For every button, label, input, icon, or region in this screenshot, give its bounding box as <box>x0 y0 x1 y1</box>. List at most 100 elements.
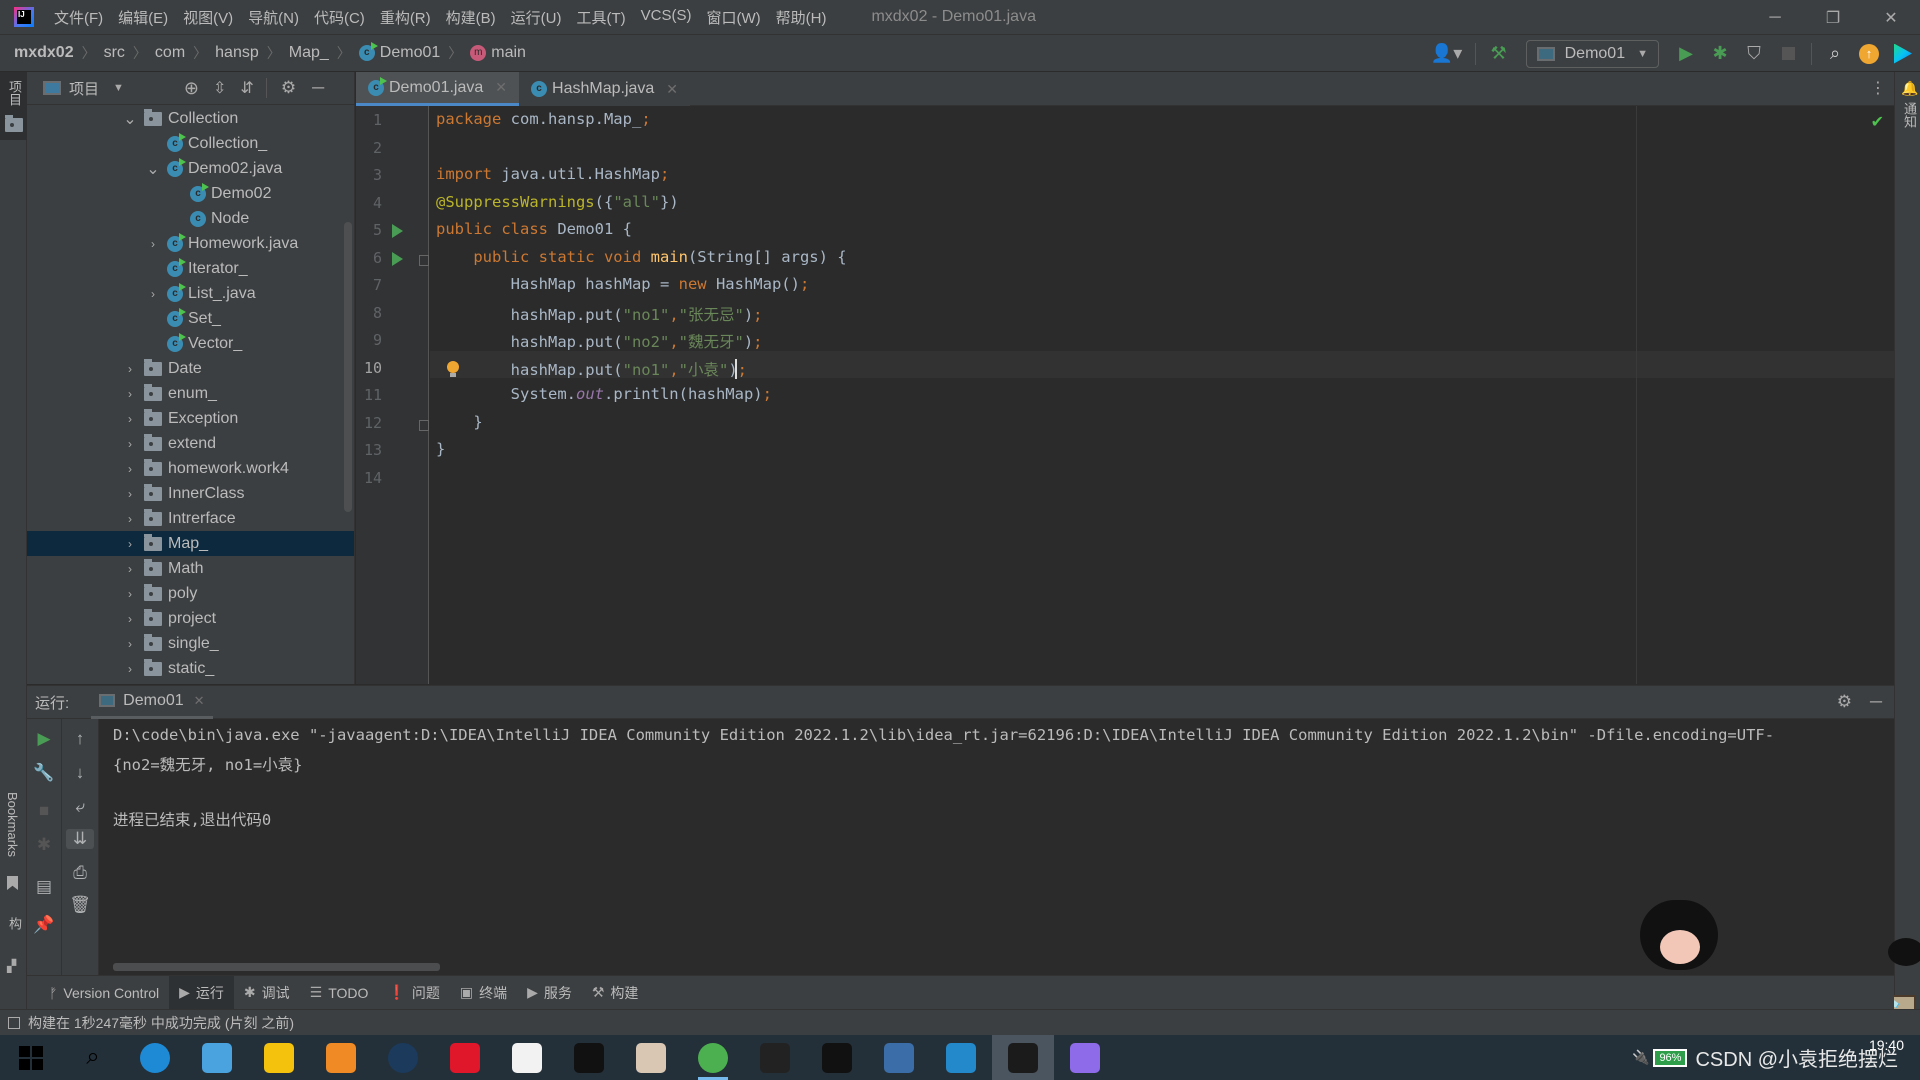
tree-item[interactable]: › c List_.java <box>27 281 354 306</box>
tree-item[interactable]: › single_ <box>27 631 354 656</box>
search-icon[interactable]: ⌕ <box>1820 39 1850 69</box>
clock-time[interactable]: 19:40 <box>1869 1037 1904 1053</box>
tree-item[interactable]: c Collection_ <box>27 131 354 156</box>
chevron-right-icon[interactable]: › <box>122 637 138 651</box>
code-line[interactable]: public static void main(String[] args) { <box>436 248 846 266</box>
project-tool-button[interactable]: 项目 <box>0 72 27 140</box>
breadcrumb-hansp[interactable]: hansp <box>215 44 259 62</box>
chevron-right-icon[interactable]: › <box>122 462 138 476</box>
close-tab-icon[interactable]: ✕ <box>495 79 507 96</box>
hide-panel-icon[interactable]: ─ <box>312 78 324 98</box>
tool-tab[interactable]: ▶ 服务 <box>517 976 582 1010</box>
chevron-right-icon[interactable]: › <box>122 362 138 376</box>
taskbar-app-g[interactable] <box>744 1035 806 1080</box>
chevron-down-icon[interactable]: ▼ <box>113 82 124 94</box>
chevron-down-icon[interactable]: ⌄ <box>122 109 138 129</box>
menu-item[interactable]: VCS(S) <box>641 7 692 28</box>
tree-item[interactable]: › InnerClass <box>27 481 354 506</box>
tool-tab[interactable]: ᚠ Version Control <box>39 976 169 1010</box>
chevron-right-icon[interactable]: › <box>145 237 161 251</box>
tree-item[interactable]: › Exception <box>27 406 354 431</box>
update-icon[interactable]: ↑ <box>1854 39 1884 69</box>
tree-item[interactable]: c Demo02 <box>27 181 354 206</box>
chevron-down-icon[interactable]: ⌄ <box>145 159 161 179</box>
account-icon[interactable]: 👤▾ <box>1427 39 1467 69</box>
tree-item[interactable]: › poly <box>27 581 354 606</box>
menu-item[interactable]: 工具(T) <box>576 7 625 28</box>
wrench-icon[interactable]: 🔧 <box>27 763 61 783</box>
scroll-to-end-icon[interactable]: ⇊ <box>66 829 94 849</box>
build-hammer-icon[interactable]: ⚒ <box>1484 39 1514 69</box>
code-line[interactable]: } <box>436 413 482 431</box>
menu-item[interactable]: 编辑(E) <box>118 7 168 28</box>
taskbar-netease-music[interactable] <box>434 1035 496 1080</box>
project-view-select[interactable]: 项目 <box>69 78 99 99</box>
taskbar-steam[interactable] <box>372 1035 434 1080</box>
breadcrumb-project[interactable]: mxdx02 <box>14 44 74 62</box>
menu-item[interactable]: 重构(R) <box>380 7 431 28</box>
no-problems-check-icon[interactable]: ✔ <box>1871 112 1884 132</box>
chevron-right-icon[interactable]: › <box>145 287 161 301</box>
run-config-select[interactable]: Demo01 ▼ <box>1525 39 1659 68</box>
chevron-right-icon[interactable]: › <box>122 537 138 551</box>
breadcrumb-com[interactable]: com <box>155 44 185 62</box>
menu-item[interactable]: 窗口(W) <box>706 7 760 28</box>
breadcrumb-map[interactable]: Map_ <box>289 44 329 62</box>
arrow-down-icon[interactable]: ↓ <box>62 763 98 783</box>
breadcrumb-class[interactable]: c Demo01 <box>358 42 440 62</box>
taskbar-anime-game[interactable] <box>620 1035 682 1080</box>
expand-all-icon[interactable]: ⇳ <box>213 78 226 98</box>
taskbar-chrome[interactable] <box>682 1035 744 1080</box>
debug-rerun-icon[interactable]: ✱ <box>27 835 61 855</box>
tree-item[interactable]: c Node <box>27 206 354 231</box>
chevron-right-icon[interactable]: › <box>122 387 138 401</box>
fold-marker-icon[interactable] <box>419 254 429 266</box>
code-line[interactable]: System.out.println(hashMap); <box>436 385 772 403</box>
tree-item[interactable]: › extend <box>27 431 354 456</box>
taskbar-start[interactable] <box>0 1035 62 1080</box>
coverage-icon[interactable]: ⛉ <box>1739 39 1769 69</box>
toolbox-icon[interactable] <box>1888 39 1918 69</box>
tree-item[interactable]: › c Homework.java <box>27 231 354 256</box>
chevron-right-icon[interactable]: › <box>122 412 138 426</box>
code-line[interactable]: HashMap hashMap = new HashMap(); <box>436 275 810 293</box>
restore-button[interactable]: ❐ <box>1804 0 1862 35</box>
code-line[interactable]: hashMap.put("no1","小袁"); <box>436 358 747 380</box>
tree-item[interactable]: c Vector_ <box>27 331 354 356</box>
collapse-all-icon[interactable]: ⇵ <box>240 78 253 98</box>
tree-item[interactable]: › Intrerface <box>27 506 354 531</box>
tool-tab[interactable]: ⚒ 构建 <box>582 976 649 1010</box>
project-scrollbar[interactable] <box>344 222 352 512</box>
code-line[interactable]: public class Demo01 { <box>436 220 632 238</box>
stop-icon[interactable]: ■ <box>27 801 61 821</box>
pin-icon[interactable]: 📌 <box>27 915 61 935</box>
tree-item[interactable]: c Set_ <box>27 306 354 331</box>
code-line[interactable]: hashMap.put("no2","魏无牙"); <box>436 330 763 352</box>
menu-item[interactable]: 构建(B) <box>446 7 496 28</box>
tab-hashmap-java[interactable]: c HashMap.java ✕ <box>519 72 691 106</box>
taskbar-app-hex[interactable] <box>1054 1035 1116 1080</box>
chevron-right-icon[interactable]: › <box>122 437 138 451</box>
tool-tab[interactable]: ▶ 运行 <box>169 975 234 1010</box>
chevron-right-icon[interactable]: › <box>122 562 138 576</box>
run-tab-demo01[interactable]: Demo01 ✕ <box>91 685 213 719</box>
close-tab-icon[interactable]: ✕ <box>666 81 678 98</box>
tool-tab[interactable]: ❗ 问题 <box>378 976 449 1010</box>
menu-item[interactable]: 代码(C) <box>314 7 365 28</box>
more-tabs-icon[interactable]: ⋮ <box>1870 78 1886 98</box>
code-line[interactable]: } <box>436 440 445 458</box>
status-message[interactable]: 构建在 1秒247毫秒 中成功完成 (片刻 之前) <box>28 1013 294 1033</box>
print-icon[interactable]: ⎙ <box>62 863 98 883</box>
menu-item[interactable]: 视图(V) <box>183 7 233 28</box>
tool-tab[interactable]: ✱ 调试 <box>234 976 300 1010</box>
taskbar-search[interactable]: ⌕ <box>62 1035 124 1080</box>
gear-icon[interactable]: ⚙ <box>281 78 296 98</box>
breadcrumb-src[interactable]: src <box>104 44 125 62</box>
tree-item[interactable]: › Math <box>27 556 354 581</box>
run-settings-gear-icon[interactable]: ⚙ <box>1837 692 1852 712</box>
menu-item[interactable]: 运行(U) <box>511 7 562 28</box>
chevron-right-icon[interactable]: › <box>122 662 138 676</box>
run-gutter-icon[interactable] <box>392 251 403 266</box>
tool-tab[interactable]: ▣ 终端 <box>450 976 517 1010</box>
menu-item[interactable]: 帮助(H) <box>776 7 827 28</box>
